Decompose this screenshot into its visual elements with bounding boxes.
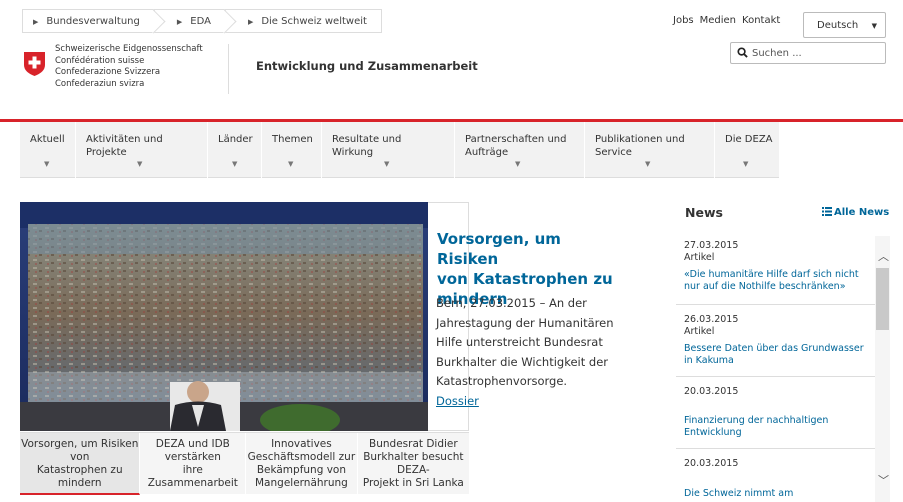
search-icon <box>737 47 748 58</box>
unit-title[interactable]: Entwicklung und Zusammenarbeit <box>256 59 478 73</box>
chevron-down-icon: ▼ <box>384 160 390 168</box>
breadcrumb-item[interactable]: ▶ Bundesverwaltung <box>22 9 154 33</box>
media-link[interactable]: Medien <box>700 15 736 26</box>
tab-vorsorgen[interactable]: Vorsorgen, um Risiken von Katastrophen zu… <box>20 433 141 495</box>
news-link[interactable]: «Die humanitäre Hilfe darf sich nicht nur… <box>684 269 876 293</box>
breadcrumb: ▶ Bundesverwaltung ▶ EDA ▶ Die Schweiz welt… <box>22 9 382 33</box>
teaser-text: Bern, 27.03.2015 – An der Jahrestagung d… <box>436 296 614 408</box>
news-list: 27.03.2015 Artikel «Die humanitäre Hilfe… <box>676 236 890 502</box>
all-news-link[interactable]: Alle News <box>822 207 889 218</box>
main-navigation: Aktuell ▼ Aktivitäten und Projekte ▼ Länd… <box>20 122 780 178</box>
triangle-right-icon: ▶ <box>33 18 39 26</box>
chevron-down-icon: ▼ <box>645 160 651 168</box>
tab-deza-idb[interactable]: DEZA und IDB verstärken ihre Zusammenarbe… <box>140 433 247 495</box>
confederation-name: Schweizerische Eidgenossenschaft Confédé… <box>55 44 203 89</box>
triangle-right-icon: ▶ <box>176 18 183 26</box>
chevron-down-icon: ▼ <box>288 160 294 168</box>
list-icon <box>822 207 832 216</box>
nav-item-aktivitaeten[interactable]: Aktivitäten und Projekte ▼ <box>76 122 208 178</box>
news-item[interactable]: 26.03.2015 Artikel Bessere Daten über da… <box>684 314 876 367</box>
chevron-down-icon: ▼ <box>44 160 50 168</box>
nav-item-resultate[interactable]: Resultate und Wirkung ▼ <box>322 122 455 178</box>
caret-down-icon: ▼ <box>871 22 877 30</box>
teaser-tabs: Vorsorgen, um Risiken von Katastrophen zu… <box>20 432 469 495</box>
news-link[interactable]: Die Schweiz nimmt am <box>684 488 876 500</box>
news-link[interactable]: Bessere Daten über das Grundwasser in Kak… <box>684 343 876 367</box>
news-link[interactable]: Finanzierung der nachhaltigen Entwicklung <box>684 415 876 439</box>
divider <box>676 304 876 305</box>
dossier-link[interactable]: Dossier <box>436 394 479 408</box>
tab-geschaeftsmodell[interactable]: Innovatives Geschäftsmodell zur Bekämpfung… <box>246 433 358 495</box>
language-value: Deutsch <box>817 20 859 31</box>
scrollbar-thumb[interactable] <box>876 268 889 330</box>
news-item[interactable]: 27.03.2015 Artikel «Die humanitäre Hilfe… <box>684 240 876 293</box>
page: ▶ Bundesverwaltung ▶ EDA ▶ Die Schweiz welt… <box>0 0 903 502</box>
nav-item-laender[interactable]: Länder ▼ <box>208 122 262 178</box>
service-links: Jobs Medien Kontakt <box>673 15 780 26</box>
teaser-image <box>20 202 428 431</box>
triangle-right-icon: ▶ <box>247 18 254 26</box>
language-select[interactable]: Deutsch ▼ <box>803 12 886 38</box>
divider <box>676 376 876 377</box>
divider <box>228 44 229 94</box>
contact-link[interactable]: Kontakt <box>742 15 780 26</box>
nav-item-die-deza[interactable]: Die DEZA ▼ <box>715 122 780 178</box>
news-item[interactable]: 20.03.2015 Die Schweiz nimmt am <box>684 458 876 500</box>
breadcrumb-item[interactable]: ▶ Die Schweiz weltweit <box>224 9 382 33</box>
tab-sri-lanka[interactable]: Bundesrat Didier Burkhalter besucht DEZA-… <box>358 433 469 495</box>
search-placeholder: Suchen ... <box>752 48 802 59</box>
chevron-down-icon: ▼ <box>232 160 238 168</box>
chevron-down-icon: ▼ <box>137 160 143 168</box>
divider <box>676 448 876 449</box>
chevron-down-icon: ▼ <box>515 160 521 168</box>
swiss-coat-of-arms-icon[interactable] <box>24 52 45 76</box>
news-heading: News <box>685 205 723 220</box>
jobs-link[interactable]: Jobs <box>673 15 694 26</box>
nav-item-themen[interactable]: Themen ▼ <box>262 122 322 178</box>
chevron-down-icon: ▼ <box>743 160 749 168</box>
nav-item-aktuell[interactable]: Aktuell ▼ <box>20 122 76 178</box>
teaser-photo[interactable] <box>20 202 428 431</box>
chevron-down-icon[interactable]: ﹀ <box>878 472 889 488</box>
news-item[interactable]: 20.03.2015 Finanzierung der nachhaltigen… <box>684 386 876 439</box>
nav-item-partnerschaften[interactable]: Partnerschaften und Aufträge ▼ <box>455 122 585 178</box>
nav-item-publikationen[interactable]: Publikationen und Service ▼ <box>585 122 715 178</box>
search-input[interactable]: Suchen ... <box>730 42 886 64</box>
chevron-up-icon[interactable]: ︿ <box>878 248 889 264</box>
